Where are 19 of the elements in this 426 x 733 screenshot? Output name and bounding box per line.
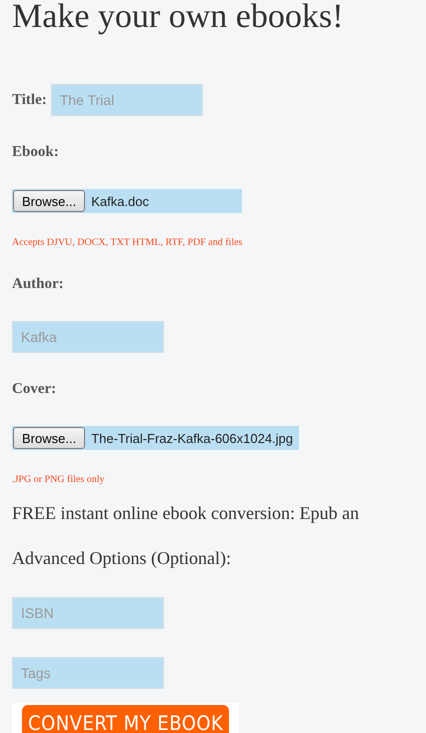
text-field[interactable]: Tags <box>12 657 164 689</box>
file-name: The-Trial-Fraz-Kafka-606x1024.jpg <box>91 430 294 446</box>
field-label: Title: <box>12 92 47 108</box>
tagline: FREE instant online ebook conversion: Epub an <box>12 503 359 523</box>
format-note: .JPG or PNG files only <box>12 474 105 485</box>
text-field[interactable]: Kafka <box>12 321 164 353</box>
section-heading: Advanced Options (Optional): <box>12 548 231 568</box>
field-label: Ebook: <box>12 144 59 161</box>
text-field[interactable]: ISBN <box>12 597 164 629</box>
file-field[interactable]: Browse... Kafka.doc <box>12 189 242 213</box>
browse-button[interactable]: Browse... <box>13 427 86 449</box>
browse-button[interactable]: Browse... <box>13 190 86 212</box>
file-field[interactable]: Browse... The-Trial-Fraz-Kafka-606x1024.jpg <box>12 426 300 450</box>
page-heading: Make your own ebooks! <box>12 0 344 34</box>
field-label: Cover: <box>12 381 56 398</box>
text-field[interactable]: The Trial <box>50 84 203 116</box>
file-name: Kafka.doc <box>91 194 150 208</box>
format-note: Accepts DJVU, DOCX, TXT HTML, RTF, PDF and files <box>12 237 242 248</box>
field-label: Author: <box>12 276 64 293</box>
